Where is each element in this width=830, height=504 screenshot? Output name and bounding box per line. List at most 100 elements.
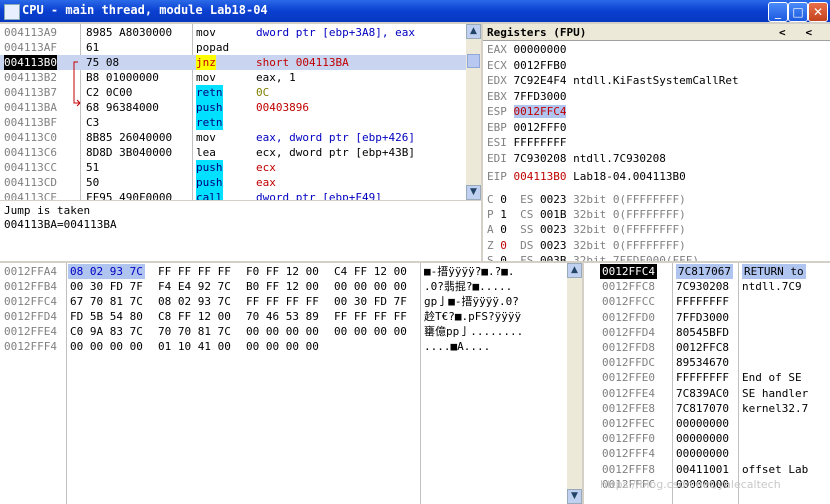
register-name: EDX bbox=[487, 74, 507, 87]
jump-arrow-icon bbox=[73, 61, 81, 107]
segment-selector: 0023 bbox=[540, 193, 567, 206]
disasm-scrollbar[interactable]: ▲ ▼ bbox=[466, 24, 481, 200]
title-bar: CPU - main thread, module Lab18-04 _ □ ✕ bbox=[0, 0, 830, 22]
register-value: 7C930208 bbox=[513, 151, 567, 165]
dump-hex-group: 00 30 FD 7F bbox=[334, 295, 407, 308]
register-ebp[interactable]: EBP 0012FFF0 bbox=[487, 120, 573, 135]
stack-row[interactable]: 0012FFD0 7FFD3000 bbox=[584, 310, 830, 325]
stack-row[interactable]: 0012FFF8 00411001 offset Lab bbox=[584, 462, 830, 477]
disasm-hex: C2 0C00 bbox=[86, 86, 133, 99]
scroll-thumb[interactable] bbox=[467, 54, 480, 68]
dump-ascii: ....■A.... bbox=[424, 340, 491, 353]
disasm-mnemonic: jnz bbox=[196, 55, 216, 70]
minimize-button[interactable]: _ bbox=[768, 2, 788, 22]
segment-range: 0(FFFFFFFF) bbox=[612, 193, 686, 206]
disasm-mnemonic: retn bbox=[196, 115, 223, 130]
registers-pane[interactable]: Registers (FPU) < < EAX 00000000 ECX 001… bbox=[483, 24, 830, 261]
register-ecx[interactable]: ECX 0012FFB0 bbox=[487, 58, 573, 73]
register-eip[interactable]: EIP 004113B0 Lab18-04.004113B0 bbox=[487, 169, 686, 184]
flag-row[interactable]: C 0 ES 0023 32bit 0(FFFFFFFF) bbox=[487, 192, 686, 207]
scroll-up-icon[interactable]: ▲ bbox=[466, 24, 481, 39]
dump-row[interactable]: 0012FFD4 FD 5B 54 80 C8 FF 12 00 70 46 53 8… bbox=[0, 309, 566, 324]
dump-scrollbar[interactable]: ▲ ▼ bbox=[567, 263, 582, 504]
close-button[interactable]: ✕ bbox=[808, 2, 828, 22]
stack-row[interactable]: 0012FFF4 00000000 bbox=[584, 446, 830, 461]
stack-value: 00000000 bbox=[676, 432, 729, 446]
flag-value: 0 bbox=[500, 223, 507, 237]
dump-row[interactable]: 0012FFB4 00 30 FD 7F F4 E4 92 7C B0 FF 12 0… bbox=[0, 279, 566, 294]
stack-row[interactable]: 0012FFC8 7C930208 ntdll.7C9 bbox=[584, 279, 830, 294]
disasm-row[interactable]: 004113CC 51 push ecx bbox=[0, 160, 466, 175]
flag-row[interactable]: A 0 SS 0023 32bit 0(FFFFFFFF) bbox=[487, 222, 686, 237]
stack-value: 0012FFC8 bbox=[676, 341, 729, 354]
dump-row[interactable]: 0012FFF4 00 00 00 00 01 10 41 00 00 00 00 0… bbox=[0, 339, 566, 354]
stack-row[interactable]: 0012FFD8 0012FFC8 bbox=[584, 340, 830, 355]
dump-ascii: 赺T€?■.pFS?ÿÿÿÿ bbox=[424, 310, 522, 323]
dump-hex-group: 70 46 53 89 bbox=[246, 310, 319, 323]
disasm-mnemonic: retn bbox=[196, 85, 223, 100]
disasm-row[interactable]: 004113AF 61 popad bbox=[0, 40, 466, 55]
disassembly-pane[interactable]: 004113A9 8985 A8030000 mov dword ptr [ebp+3… bbox=[0, 24, 481, 200]
dump-ascii: gp亅■-搢ÿÿÿÿ.0? bbox=[424, 295, 519, 308]
register-edx[interactable]: EDX 7C92E4F4 ntdll.KiFastSystemCallRet bbox=[487, 73, 739, 88]
stack-address: 0012FFC8 bbox=[602, 280, 655, 294]
registers-nav-arrows[interactable]: < < bbox=[779, 25, 812, 40]
segment-bits: 32bit bbox=[573, 208, 607, 222]
disasm-row[interactable]: 004113CD 50 push eax bbox=[0, 175, 466, 190]
register-edi[interactable]: EDI 7C930208 ntdll.7C930208 bbox=[487, 151, 666, 166]
stack-row[interactable]: 0012FFE8 7C817070 kernel32.7 bbox=[584, 401, 830, 416]
flag-name: P bbox=[487, 208, 494, 222]
stack-comment: RETURN to bbox=[742, 264, 806, 279]
stack-row[interactable]: 0012FFE4 7C839AC0 SE handler bbox=[584, 386, 830, 401]
disasm-operand: dword ptr [ebp+F49] bbox=[256, 191, 382, 200]
disasm-mnemonic: popad bbox=[196, 41, 230, 54]
disasm-hex: C3 bbox=[86, 116, 100, 129]
disasm-mnemonic: mov bbox=[196, 131, 216, 144]
register-esi[interactable]: ESI FFFFFFFF bbox=[487, 135, 573, 150]
stack-value: FFFFFFFF bbox=[676, 371, 729, 385]
memory-dump-pane[interactable]: 0012FFA4 08 02 93 7C FF FF FF FF F0 FF 12 0… bbox=[0, 263, 582, 504]
disasm-address: 004113CE bbox=[4, 191, 57, 200]
stack-row[interactable]: 0012FFDC 89534670 bbox=[584, 355, 830, 370]
dump-row[interactable]: 0012FFE4 C0 9A 83 7C 70 70 81 7C 00 00 00 0… bbox=[0, 324, 566, 339]
dump-row[interactable]: 0012FFA4 08 02 93 7C FF FF FF FF F0 FF 12 0… bbox=[0, 264, 566, 279]
dump-scroll-up-icon[interactable]: ▲ bbox=[567, 263, 582, 278]
stack-row[interactable]: 0012FFEC 00000000 bbox=[584, 416, 830, 431]
disasm-address: 004113BA bbox=[4, 101, 57, 114]
register-value: 0012FFC4 bbox=[513, 105, 567, 118]
disasm-row[interactable]: 004113C0 8B85 26040000 mov eax, dword ptr [… bbox=[0, 130, 466, 145]
disasm-row[interactable]: 004113C6 8D8D 3B040000 lea ecx, dword ptr [… bbox=[0, 145, 466, 160]
disasm-mnemonic: push bbox=[196, 160, 223, 175]
dump-address: 0012FFC4 bbox=[4, 295, 57, 308]
disasm-hex: 8985 A8030000 bbox=[86, 26, 173, 39]
register-eax[interactable]: EAX 00000000 bbox=[487, 42, 573, 57]
dump-scroll-down-icon[interactable]: ▼ bbox=[567, 489, 582, 504]
stack-address: 0012FFF8 bbox=[602, 462, 655, 476]
stack-address: 0012FFF0 bbox=[602, 432, 655, 446]
flag-row[interactable]: P 1 CS 001B 32bit 0(FFFFFFFF) bbox=[487, 207, 686, 222]
segment-bits: 32bit bbox=[573, 238, 607, 252]
register-esp[interactable]: ESP 0012FFC4 bbox=[487, 104, 573, 119]
register-name: ECX bbox=[487, 58, 507, 72]
disasm-mnemonic: mov bbox=[196, 71, 216, 84]
dump-row[interactable]: 0012FFC4 67 70 81 7C 08 02 93 7C FF FF FF F… bbox=[0, 294, 566, 309]
stack-row[interactable]: 0012FFF0 00000000 bbox=[584, 431, 830, 446]
stack-row[interactable]: 0012FFCC FFFFFFFF bbox=[584, 294, 830, 309]
register-ebx[interactable]: EBX 7FFD3000 bbox=[487, 89, 573, 104]
dump-hex-group: F0 FF 12 00 bbox=[246, 265, 319, 278]
stack-row[interactable]: 0012FFE0 FFFFFFFF End of SE bbox=[584, 370, 830, 385]
flag-value: 0 bbox=[500, 193, 507, 206]
maximize-button[interactable]: □ bbox=[788, 2, 808, 22]
disasm-address: 004113AF bbox=[4, 41, 57, 54]
disasm-address: 004113BF bbox=[4, 116, 57, 129]
registers-header[interactable]: Registers (FPU) < < bbox=[483, 24, 830, 41]
disasm-row[interactable]: 004113A9 8985 A8030000 mov dword ptr [ebp+3… bbox=[0, 25, 466, 40]
disasm-row[interactable]: 004113CE FF95 490F0000 call dword ptr [ebp+… bbox=[0, 190, 466, 200]
disasm-row[interactable]: 004113BF C3 retn bbox=[0, 115, 466, 130]
stack-row[interactable]: 0012FFD4 80545BFD bbox=[584, 325, 830, 340]
stack-row[interactable]: 0012FFC4 7C817067 RETURN to bbox=[584, 264, 830, 279]
flag-row[interactable]: S 0 FS 003B 32bit 7FFDF000(FFF) bbox=[487, 253, 699, 261]
flag-row[interactable]: Z 0 DS 0023 32bit 0(FFFFFFFF) bbox=[487, 238, 686, 253]
stack-pane[interactable]: 0012FFC4 7C817067 RETURN to 0012FFC8 7C93020… bbox=[584, 263, 830, 504]
scroll-down-icon[interactable]: ▼ bbox=[466, 185, 481, 200]
